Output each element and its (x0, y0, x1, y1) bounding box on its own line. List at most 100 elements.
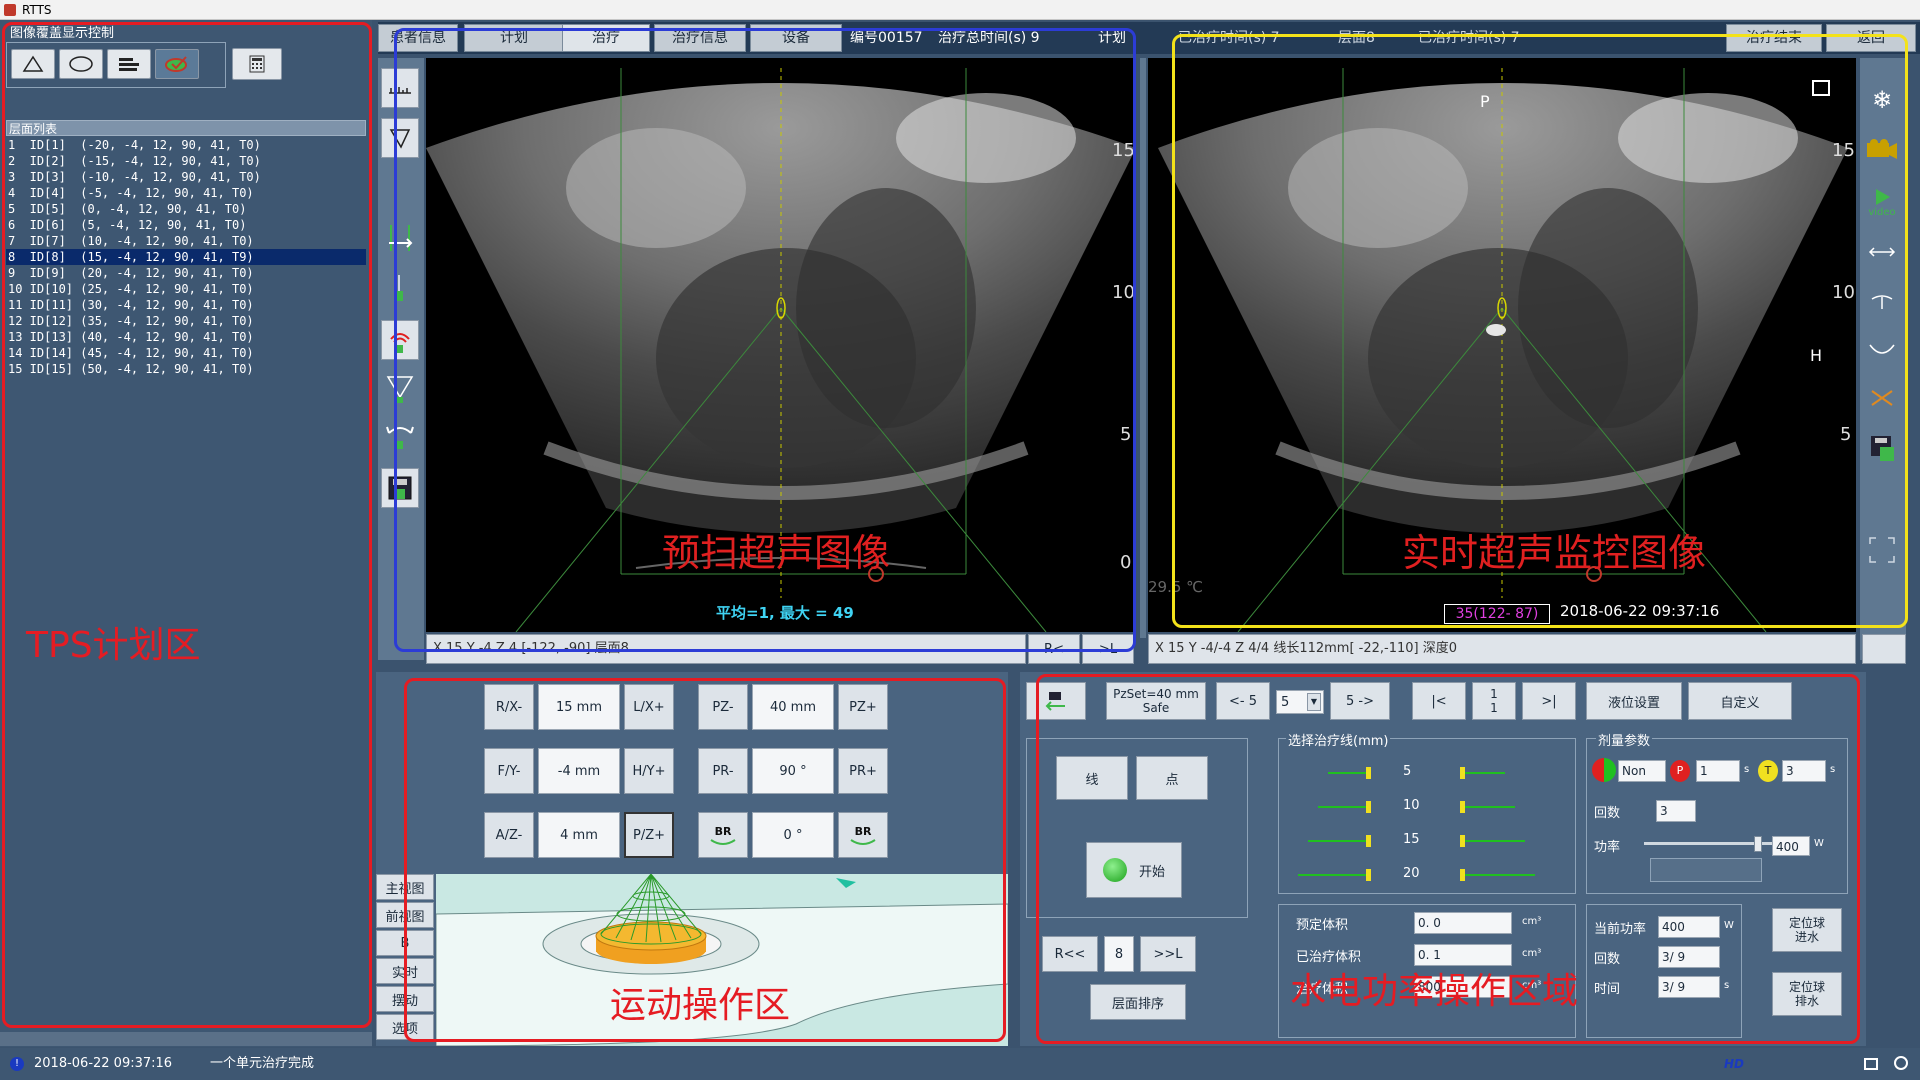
ball-fill-button[interactable]: 定位球 进水 (1772, 908, 1842, 952)
line-left-slider[interactable] (1298, 874, 1368, 876)
dose-p-field[interactable]: 1 (1696, 760, 1740, 782)
triangle-overlay-button[interactable] (11, 49, 55, 79)
layer-list-item[interactable]: 4 ID[4] (-5, -4, 12, 90, 41, T0) (6, 185, 366, 201)
line-right-slider[interactable] (1465, 806, 1515, 808)
pz-plus-button[interactable]: PZ+ (838, 684, 888, 730)
water-power-region-label: 水电功率操作区域 (1290, 971, 1579, 1012)
custom-button[interactable]: 自定义 (1688, 682, 1792, 720)
line-value: 20 (1403, 866, 1420, 881)
line-left-knob[interactable] (1366, 801, 1371, 813)
view-tab[interactable]: 实时 (376, 958, 434, 984)
treatment-line-title: 选择治疗线(mm) (1286, 730, 1391, 749)
line-value: 10 (1403, 798, 1420, 813)
next-5-button[interactable]: 5 -> (1330, 682, 1390, 720)
rotate-left-icon (710, 838, 736, 845)
time-label: 时间 (1594, 982, 1621, 997)
planned-volume-label: 预定体积 (1296, 918, 1349, 933)
planned-volume-field[interactable]: 0. 0 (1414, 912, 1512, 934)
treatment-line-row[interactable]: 5 (1278, 762, 1576, 786)
layer-list-item[interactable]: 10 ID[10] (25, -4, 12, 90, 41, T0) (6, 281, 366, 297)
hy-plus-button[interactable]: H/Y+ (624, 748, 674, 794)
layer-list-item[interactable]: 8 ID[8] (15, -4, 12, 90, 41, T9) (6, 249, 366, 265)
treatment-line-row[interactable]: 20 (1278, 864, 1576, 888)
line-left-knob[interactable] (1366, 767, 1371, 779)
line-right-slider[interactable] (1465, 874, 1535, 876)
tps-plan-panel: 图像覆盖显示控制 层面列表 1 ID[1] (-20, -4, 12, 90, … (0, 20, 372, 1047)
view-tab[interactable]: 前视图 (376, 902, 434, 928)
probe-retract-button[interactable] (1026, 682, 1086, 720)
lines-overlay-button[interactable] (107, 49, 151, 79)
layer-list-item[interactable]: 9 ID[9] (20, -4, 12, 90, 41, T0) (6, 265, 366, 281)
pz-plus-small-button[interactable]: P/Z+ (624, 812, 674, 858)
line-right-slider[interactable] (1465, 840, 1525, 842)
layer-list-item[interactable]: 6 ID[6] (5, -4, 12, 90, 41, T0) (6, 217, 366, 233)
layer-list-scrollbar[interactable] (0, 1032, 372, 1046)
layer-sort-button[interactable]: 层面排序 (1090, 984, 1186, 1020)
ellipse-overlay-button[interactable] (59, 49, 103, 79)
layer-list-item[interactable]: 2 ID[2] (-15, -4, 12, 90, 41, T0) (6, 153, 366, 169)
time-unit: s (1724, 980, 1730, 991)
line-value: 5 (1403, 764, 1412, 779)
view-tab[interactable]: 主视图 (376, 874, 434, 900)
pr-minus-button[interactable]: PR- (698, 748, 748, 794)
probe-arrow-icon (1045, 692, 1065, 711)
layer-list-item[interactable]: 1 ID[1] (-20, -4, 12, 90, 41, T0) (6, 137, 366, 153)
realtime-extra-button[interactable] (1862, 634, 1906, 664)
line-left-slider[interactable] (1318, 806, 1368, 808)
line-left-slider[interactable] (1308, 840, 1368, 842)
line-left-knob[interactable] (1366, 869, 1371, 881)
treatment-line-row[interactable]: 10 (1278, 796, 1576, 820)
dose-mode-select[interactable]: Non (1618, 760, 1666, 782)
view-tab[interactable]: 选项 (376, 1014, 434, 1040)
pane-divider[interactable] (1140, 58, 1146, 638)
layer-list-item[interactable]: 7 ID[7] (10, -4, 12, 90, 41, T0) (6, 233, 366, 249)
calculator-button[interactable] (232, 48, 282, 80)
layer-list-item[interactable]: 13 ID[13] (40, -4, 12, 90, 41, T0) (6, 329, 366, 345)
layer-list-item[interactable]: 11 ID[11] (30, -4, 12, 90, 41, T0) (6, 297, 366, 313)
line-left-slider[interactable] (1328, 772, 1368, 774)
br-minus-button[interactable]: BR (698, 812, 748, 858)
level-settings-button[interactable]: 液位设置 (1586, 682, 1682, 720)
last-page-button[interactable]: >| (1522, 682, 1576, 720)
layer-list-item[interactable]: 14 ID[14] (45, -4, 12, 90, 41, T0) (6, 345, 366, 361)
lx-plus-button[interactable]: L/X+ (624, 684, 674, 730)
nav-r-button[interactable]: R<< (1042, 936, 1098, 972)
pz-minus-button[interactable]: PZ- (698, 684, 748, 730)
line-right-slider[interactable] (1465, 772, 1505, 774)
nav-l-button[interactable]: >>L (1140, 936, 1196, 972)
times-select[interactable]: 3 (1656, 800, 1696, 822)
layer-list-item[interactable]: 15 ID[15] (50, -4, 12, 90, 41, T0) (6, 361, 366, 377)
fy-minus-button[interactable]: F/Y- (484, 748, 534, 794)
settings-icon[interactable] (1894, 1056, 1908, 1070)
status-timestamp: 2018-06-22 09:37:16 (34, 1056, 173, 1071)
layer-list-header: 层面列表 (6, 120, 366, 136)
ball-drain-button[interactable]: 定位球 排水 (1772, 972, 1842, 1016)
layer-list[interactable]: 1 ID[1] (-20, -4, 12, 90, 41, T0) 2 ID[2]… (6, 137, 366, 1045)
view-tab[interactable]: B (376, 930, 434, 956)
step-select[interactable]: 5 ▼ (1276, 690, 1324, 714)
line-left-knob[interactable] (1366, 835, 1371, 847)
rx-minus-button[interactable]: R/X- (484, 684, 534, 730)
br-plus-button[interactable]: BR (838, 812, 888, 858)
power-field[interactable]: 400 (1772, 836, 1810, 856)
layer-list-item[interactable]: 12 ID[12] (35, -4, 12, 90, 41, T0) (6, 313, 366, 329)
planned-volume-unit: cm³ (1522, 916, 1542, 927)
target-overlay-button[interactable] (155, 49, 199, 79)
az-minus-button[interactable]: A/Z- (484, 812, 534, 858)
power-slider-handle[interactable] (1754, 836, 1762, 852)
pzset-button[interactable]: PzSet=40 mm Safe (1106, 682, 1206, 720)
line-mode-button[interactable]: 线 (1056, 756, 1128, 800)
view-tab[interactable]: 摆动 (376, 986, 434, 1012)
layer-list-item[interactable]: 5 ID[5] (0, -4, 12, 90, 41, T0) (6, 201, 366, 217)
layer-list-item[interactable]: 3 ID[3] (-10, -4, 12, 90, 41, T0) (6, 169, 366, 185)
first-page-button[interactable]: |< (1412, 682, 1466, 720)
treatment-line-row[interactable]: 15 (1278, 830, 1576, 854)
prev-5-button[interactable]: <- 5 (1216, 682, 1270, 720)
dose-t-field[interactable]: 3 (1782, 760, 1826, 782)
chevron-down-icon[interactable]: ▼ (1307, 693, 1321, 711)
screen-icon[interactable] (1864, 1058, 1878, 1070)
window-title: RTTS (22, 3, 52, 17)
start-button[interactable]: 开始 (1086, 842, 1182, 898)
pr-plus-button[interactable]: PR+ (838, 748, 888, 794)
point-mode-button[interactable]: 点 (1136, 756, 1208, 800)
